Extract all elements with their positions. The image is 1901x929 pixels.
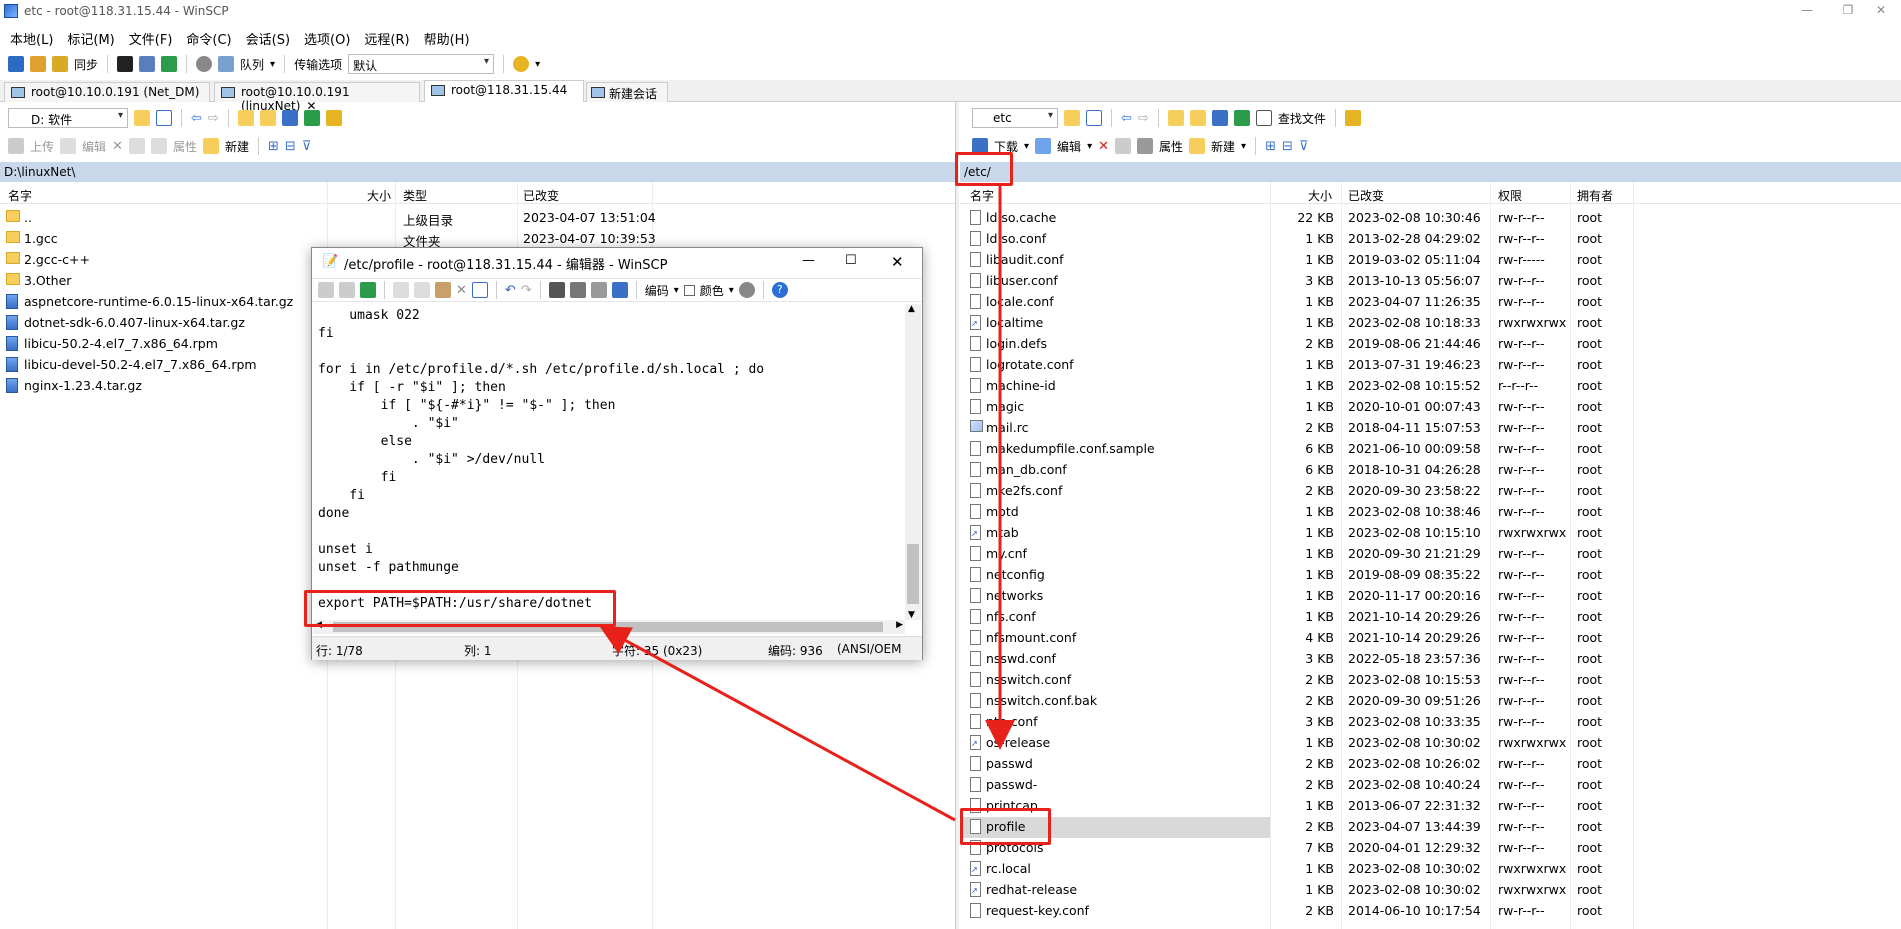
arrow-to-editor [599,626,956,822]
annotation-arrows [599,186,1015,822]
